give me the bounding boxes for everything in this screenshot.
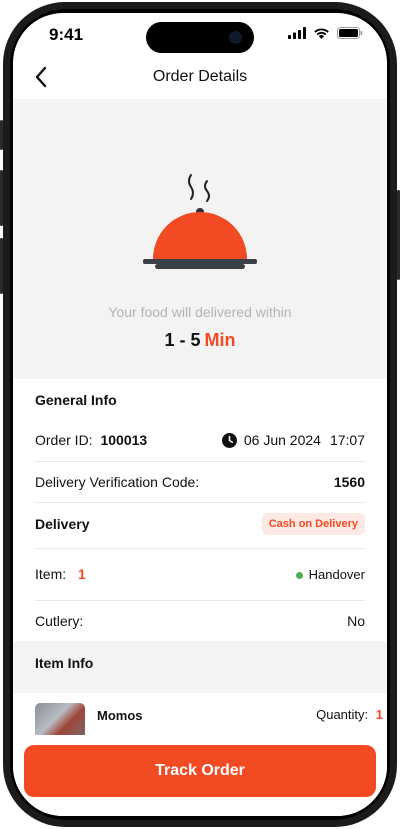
- eta-value: 1 - 5: [164, 330, 201, 350]
- order-date: 06 Jun 2024: [243, 432, 321, 448]
- order-id-value: 100013: [100, 432, 148, 448]
- divider: [35, 548, 365, 549]
- item-count-value: 1: [78, 566, 86, 582]
- order-status: Handover: [295, 566, 365, 582]
- status-bar: 9:41: [13, 13, 387, 59]
- delivery-label: Delivery: [35, 516, 90, 532]
- cutlery-value: No: [347, 613, 365, 629]
- eta-display: 1 - 5 Min: [13, 330, 387, 351]
- status-time: 9:41: [49, 25, 84, 44]
- order-datetime: 06 Jun 2024 17:07: [221, 432, 365, 448]
- order-id: Order ID: 100013: [35, 432, 147, 448]
- quantity-label: Quantity:: [316, 707, 369, 722]
- order-id-label: Order ID:: [35, 432, 93, 448]
- cutlery-row: Cutlery: No: [35, 613, 365, 629]
- wifi-icon: [314, 28, 329, 39]
- app-header: Order Details: [13, 59, 387, 99]
- cutlery-label: Cutlery:: [35, 613, 84, 629]
- item-count: Item: 1: [35, 566, 86, 582]
- item-quantity: Quantity: 1: [316, 707, 383, 722]
- status-dot-icon: [295, 571, 303, 579]
- divider: [35, 461, 365, 462]
- eta-unit: Min: [204, 330, 236, 350]
- app-screen: 9:41 Order Details Your food will delive…: [13, 13, 387, 816]
- item-count-row: Item: 1 Handover: [35, 566, 365, 582]
- track-order-button[interactable]: Track Order: [24, 745, 376, 797]
- item-name: Momos: [97, 708, 143, 723]
- cellular-signal-icon: [288, 27, 306, 39]
- order-time: 17:07: [329, 432, 365, 448]
- camera-lens: [229, 31, 242, 44]
- food-cloche-icon: [143, 174, 257, 269]
- verification-code: 1560: [333, 474, 365, 490]
- verification-label: Delivery Verification Code:: [35, 474, 200, 490]
- delivery-message: Your food will delivered within: [108, 304, 292, 320]
- divider: [35, 600, 365, 601]
- item-label: Item:: [35, 566, 67, 582]
- quantity-value: 1: [375, 707, 383, 722]
- dynamic-island: [146, 22, 254, 53]
- general-info-title: General Info: [35, 392, 117, 408]
- delivery-row: Delivery Cash on Delivery: [35, 513, 365, 535]
- verification-row: Delivery Verification Code: 1560: [35, 474, 365, 490]
- clock-icon: [221, 432, 237, 448]
- order-id-row: Order ID: 100013 06 Jun 2024 17:07: [35, 432, 365, 448]
- order-status-text: Handover: [308, 566, 365, 582]
- battery-icon: [337, 27, 363, 39]
- item-info-header: Item Info: [13, 641, 387, 693]
- status-icons: [288, 27, 363, 39]
- divider: [35, 502, 365, 503]
- payment-method-badge: Cash on Delivery: [261, 513, 365, 535]
- page-title: Order Details: [152, 68, 248, 85]
- item-info-title: Item Info: [35, 655, 94, 671]
- delivery-eta-banner: Your food will delivered within 1 - 5 Min: [13, 99, 387, 379]
